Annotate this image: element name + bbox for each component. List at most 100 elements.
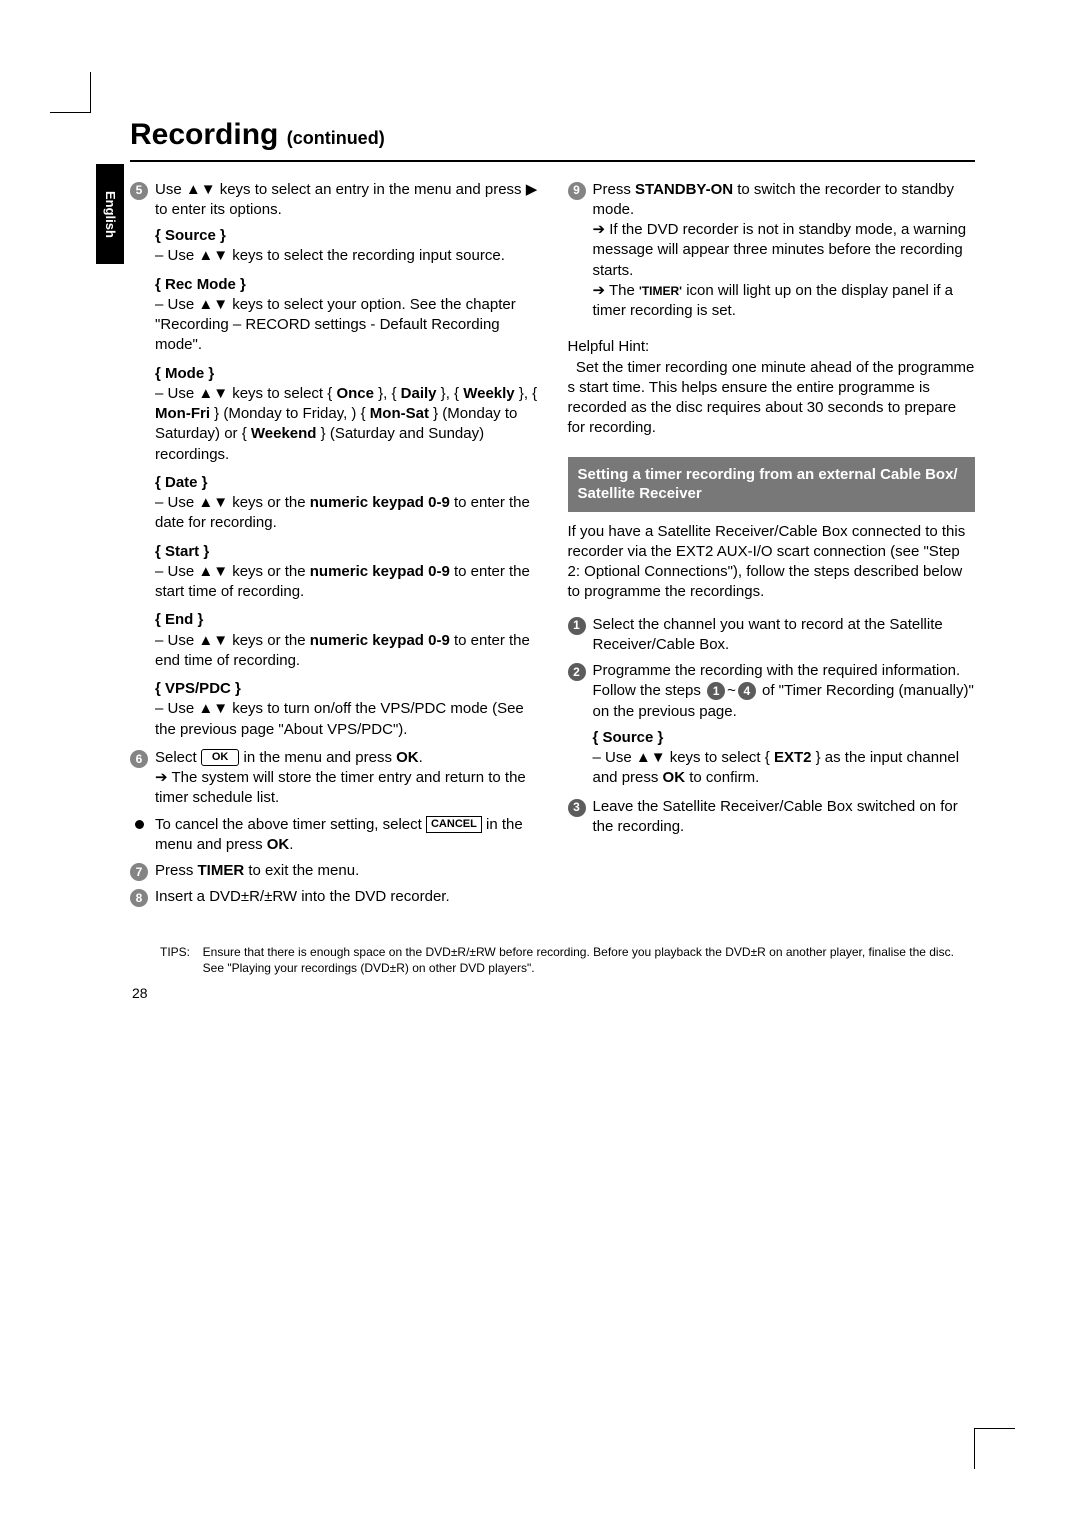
inline-badge-4: 4 — [738, 682, 756, 700]
t: – Use ▲▼ keys or the — [155, 632, 310, 649]
t: TIMER — [198, 862, 245, 879]
tips-label: TIPS: — [160, 944, 203, 976]
date-block: { Date } – Use ▲▼ keys or the numeric ke… — [155, 473, 538, 534]
step-9-note1: ➔ If the DVD recorder is not in standby … — [593, 220, 976, 281]
manual-page: English Recording (continued) 5 Use ▲▼ k… — [0, 0, 1080, 1524]
t: – Use ▲▼ keys or the — [155, 494, 310, 511]
start-block: { Start } – Use ▲▼ keys or the numeric k… — [155, 542, 538, 603]
t: Select — [155, 749, 201, 766]
t: Weekly — [463, 385, 514, 402]
step-7: 7 Press TIMER to exit the menu. — [130, 861, 538, 881]
t: Once — [336, 385, 374, 402]
t: in the menu and press — [239, 749, 396, 766]
rstep-badge-2: 2 — [568, 663, 586, 681]
t: numeric keypad 0-9 — [310, 494, 450, 511]
t: ➔ The — [593, 282, 639, 299]
t: OK — [396, 749, 419, 766]
section-box: Setting a timer recording from an extern… — [568, 457, 976, 512]
page-number: 28 — [132, 984, 975, 1003]
step-9: 9 Press STANDBY-ON to switch the recorde… — [568, 180, 976, 322]
step-8: 8 Insert a DVD±R/±RW into the DVD record… — [130, 887, 538, 907]
ok-button-icon: OK — [201, 749, 240, 766]
left-column: 5 Use ▲▼ keys to select an entry in the … — [130, 174, 538, 914]
vps-block: { VPS/PDC } – Use ▲▼ keys to turn on/off… — [155, 679, 538, 740]
title-sub: (continued) — [287, 128, 385, 148]
end-block: { End } – Use ▲▼ keys or the numeric key… — [155, 610, 538, 671]
step-8-text: Insert a DVD±R/±RW into the DVD recorder… — [155, 887, 538, 907]
t: }, { — [515, 385, 538, 402]
step-7-text: Press TIMER to exit the menu. — [155, 861, 538, 881]
rstep-1-text: Select the channel you want to record at… — [593, 615, 976, 656]
t: } (Monday to Friday, ) { — [210, 405, 370, 422]
rstep-2-text: Programme the recording with the require… — [593, 661, 976, 722]
t: }, { — [437, 385, 464, 402]
cancel-button-icon: CANCEL — [426, 816, 482, 833]
rstep-1: 1 Select the channel you want to record … — [568, 615, 976, 656]
t: OK — [267, 836, 290, 853]
source-body: – Use ▲▼ keys to select the recording in… — [155, 246, 538, 266]
t: . — [289, 836, 293, 853]
t: numeric keypad 0-9 — [310, 563, 450, 580]
rsource-heading: { Source } — [593, 729, 664, 746]
body-columns: 5 Use ▲▼ keys to select an entry in the … — [130, 174, 975, 914]
t: numeric keypad 0-9 — [310, 632, 450, 649]
step-badge-5: 5 — [130, 182, 148, 200]
step-5-text: Use ▲▼ keys to select an entry in the me… — [155, 180, 538, 221]
start-body: – Use ▲▼ keys or the numeric keypad 0-9 … — [155, 562, 538, 603]
crop-mark-bottom-right — [974, 1428, 1015, 1469]
t: Press — [593, 181, 636, 198]
t: – Use ▲▼ keys to select { — [155, 385, 336, 402]
step-5: 5 Use ▲▼ keys to select an entry in the … — [130, 180, 538, 221]
t: STANDBY-ON — [635, 181, 733, 198]
rstep-3: 3 Leave the Satellite Receiver/Cable Box… — [568, 797, 976, 838]
mode-block: { Mode } – Use ▲▼ keys to select { Once … — [155, 364, 538, 465]
t: Press — [155, 862, 198, 879]
rsource-block: { Source } – Use ▲▼ keys to select { EXT… — [593, 728, 976, 789]
t: – Use ▲▼ keys or the — [155, 563, 310, 580]
t: – Use ▲▼ keys to select { — [593, 749, 774, 766]
hint-heading: Helpful Hint: — [568, 337, 976, 357]
end-heading: { End } — [155, 611, 203, 628]
language-tab: English — [96, 164, 124, 264]
page-title: Recording (continued) — [130, 115, 975, 156]
step-6: 6 Select OK in the menu and press OK. ➔ … — [130, 748, 538, 809]
rstep-badge-1: 1 — [568, 617, 586, 635]
t: to confirm. — [685, 769, 759, 786]
rstep-2: 2 Programme the recording with the requi… — [568, 661, 976, 722]
t: To cancel the above timer setting, selec… — [155, 816, 426, 833]
recmode-block: { Rec Mode } – Use ▲▼ keys to select you… — [155, 275, 538, 356]
cancel-text: To cancel the above timer setting, selec… — [155, 815, 538, 856]
title-rule — [130, 160, 975, 162]
t: Mon-Sat — [370, 405, 429, 422]
section-intro: If you have a Satellite Receiver/Cable B… — [568, 522, 976, 603]
t: ~ — [727, 682, 736, 699]
t: 'TIMER' — [639, 284, 682, 298]
source-block: { Source } – Use ▲▼ keys to select the r… — [155, 226, 538, 267]
step-badge-8: 8 — [130, 889, 148, 907]
source-heading: { Source } — [155, 227, 226, 244]
t: }, { — [374, 385, 401, 402]
mode-body: – Use ▲▼ keys to select { Once }, { Dail… — [155, 384, 538, 465]
rstep-3-text: Leave the Satellite Receiver/Cable Box s… — [593, 797, 976, 838]
bullet-icon — [130, 820, 148, 829]
cancel-note: To cancel the above timer setting, selec… — [130, 815, 538, 856]
rsource-body: – Use ▲▼ keys to select { EXT2 } as the … — [593, 748, 976, 789]
end-body: – Use ▲▼ keys or the numeric keypad 0-9 … — [155, 631, 538, 672]
t: to exit the menu. — [244, 862, 359, 879]
date-body: – Use ▲▼ keys or the numeric keypad 0-9 … — [155, 493, 538, 534]
step-9-text: Press STANDBY-ON to switch the recorder … — [593, 180, 976, 322]
t: OK — [663, 769, 686, 786]
hint-body: Set the timer recording one minute ahead… — [568, 358, 976, 439]
step-badge-7: 7 — [130, 863, 148, 881]
inline-badge-1: 1 — [707, 682, 725, 700]
title-main: Recording — [130, 118, 278, 151]
t: . — [419, 749, 423, 766]
tips-footer: TIPS: Ensure that there is enough space … — [160, 944, 975, 976]
vps-heading: { VPS/PDC } — [155, 680, 241, 697]
right-column: 9 Press STANDBY-ON to switch the recorde… — [568, 174, 976, 914]
t: Daily — [401, 385, 437, 402]
date-heading: { Date } — [155, 474, 208, 491]
t: EXT2 — [774, 749, 812, 766]
vps-body: – Use ▲▼ keys to turn on/off the VPS/PDC… — [155, 699, 538, 740]
step-badge-6: 6 — [130, 750, 148, 768]
